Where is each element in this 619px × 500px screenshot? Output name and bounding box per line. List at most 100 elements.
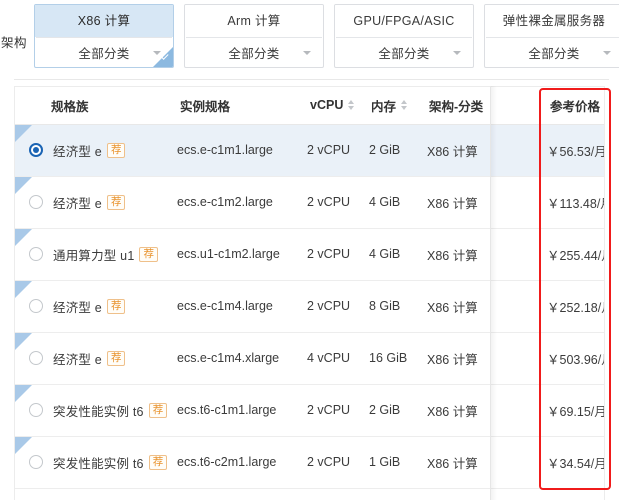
architecture-card-list: X86 计算 全部分类 Arm 计算 全部分类 GPU/FPGA/ASIC 全部… (34, 4, 619, 68)
category-select-value: 全部分类 (528, 46, 580, 61)
cell-vcpu: 2 vCPU (307, 280, 369, 333)
cell-vcpu: 2 vCPU (307, 124, 369, 177)
category-select-bare-metal[interactable]: 全部分类 (485, 38, 619, 67)
category-select-value: 全部分类 (228, 46, 280, 61)
cell-vcpu: 2 vCPU (307, 176, 369, 229)
cell-family: + 经济型 e 荐 (15, 176, 177, 229)
table-row[interactable]: + 经济型 e 荐 ecs.e-c1m4.large 2 vCPU 8 GiB … (15, 280, 604, 333)
expand-corner-icon[interactable]: + (15, 124, 32, 142)
cell-spacer (501, 384, 548, 437)
family-name: 经济型 e (53, 300, 102, 315)
chevron-down-icon (603, 51, 611, 56)
architecture-card-arm[interactable]: Arm 计算 全部分类 (184, 4, 324, 68)
cell-spacer (501, 436, 548, 489)
category-select-gpu[interactable]: 全部分类 (335, 38, 473, 67)
cell-vcpu: 2 vCPU (307, 384, 369, 437)
recommended-badge: 荐 (148, 454, 168, 470)
family-name: 通用算力型 u1 (53, 248, 135, 263)
cell-price: ￥56.53/月 (547, 124, 604, 177)
price-amount: ￥113.48 (547, 196, 597, 211)
sticky-column-divider (490, 86, 491, 500)
cell-family: + 经济型 e 荐 (15, 280, 177, 333)
cell-spacer (501, 176, 548, 229)
expand-corner-icon[interactable]: + (15, 176, 32, 194)
cell-price: ￥113.48/月 (547, 176, 604, 229)
sort-toggle-icon[interactable] (348, 100, 355, 111)
table-row[interactable]: + 突发性能实例 t6 荐 ecs.t6-c1m1.large 2 vCPU 2… (15, 384, 604, 437)
price-unit: /月 (597, 300, 604, 315)
architecture-card-x86[interactable]: X86 计算 全部分类 (34, 4, 174, 68)
expand-corner-icon[interactable]: + (15, 332, 32, 350)
cell-spec: ecs.t6-c1m1.large (177, 384, 307, 437)
price-amount: ￥69.15 (547, 404, 591, 419)
expand-corner-icon[interactable]: + (15, 280, 32, 298)
recommended-badge: 荐 (106, 350, 126, 366)
table-row[interactable]: + 经济型 e 荐 ecs.e-c1m2.large 2 vCPU 4 GiB … (15, 176, 604, 229)
row-radio-button[interactable] (29, 195, 43, 209)
price-unit: /月 (596, 196, 604, 211)
architecture-card-gpu-fpga-asic[interactable]: GPU/FPGA/ASIC 全部分类 (334, 4, 474, 68)
category-select-value: 全部分类 (378, 46, 430, 61)
price-unit: /月 (590, 404, 604, 419)
cell-spacer (501, 280, 548, 333)
row-radio-button[interactable] (29, 247, 43, 261)
column-header-vcpu[interactable]: vCPU (307, 87, 369, 125)
sort-toggle-icon[interactable] (401, 100, 408, 111)
architecture-card-bare-metal[interactable]: 弹性裸金属服务器 全部分类 (484, 4, 619, 68)
cell-spec: ecs.e-c1m1.large (177, 124, 307, 177)
cell-spec: ecs.t6-c2m1.large (177, 436, 307, 489)
column-header-arch: 架构-分类 (427, 87, 548, 125)
row-radio-button[interactable] (29, 403, 43, 417)
cell-family: + 经济型 e 荐 (15, 332, 177, 385)
section-divider (14, 79, 609, 80)
cell-memory: 1 GiB (369, 436, 427, 489)
architecture-filter-label: 架构 (1, 36, 28, 50)
family-name: 突发性能实例 t6 (53, 456, 144, 471)
family-name: 经济型 e (53, 352, 102, 367)
architecture-card-title: X86 计算 (35, 5, 173, 37)
cell-price: ￥34.54/月 (547, 436, 604, 489)
column-header-label: 实例规格 (180, 99, 231, 114)
chevron-down-icon (303, 51, 311, 56)
cell-memory: 8 GiB (369, 280, 427, 333)
cell-family: + 通用算力型 u1 荐 (15, 228, 177, 281)
cell-family: + 突发性能实例 t6 荐 (15, 436, 177, 489)
architecture-card-title: GPU/FPGA/ASIC (335, 5, 473, 37)
row-radio-button[interactable] (29, 299, 43, 313)
instance-spec-table-container[interactable]: 规格族 实例规格 vCPU 内存 架构-分类 参考价格 经济型 e 荐 ecs.… (14, 86, 605, 500)
row-radio-button[interactable] (29, 143, 43, 157)
chevron-down-icon (453, 51, 461, 56)
instance-spec-table: 规格族 实例规格 vCPU 内存 架构-分类 参考价格 经济型 e 荐 ecs.… (15, 87, 604, 489)
column-header-price[interactable]: 参考价格 (547, 87, 604, 125)
row-radio-button[interactable] (29, 455, 43, 469)
table-row[interactable]: + 经济型 e 荐 ecs.e-c1m4.xlarge 4 vCPU 16 Gi… (15, 332, 604, 385)
architecture-card-title: 弹性裸金属服务器 (485, 5, 619, 37)
cell-vcpu: 4 vCPU (307, 332, 369, 385)
price-amount: ￥56.53 (547, 144, 591, 159)
expand-corner-icon[interactable]: + (15, 436, 32, 454)
cell-spacer (501, 124, 548, 177)
cell-price: ￥255.44/月 (547, 228, 604, 281)
expand-corner-icon[interactable]: + (15, 384, 32, 402)
price-unit: /月 (590, 456, 604, 471)
check-corner-icon (153, 47, 173, 67)
column-header-spec: 实例规格 (177, 87, 307, 125)
recommended-badge: 荐 (106, 142, 126, 158)
cell-memory: 2 GiB (369, 124, 427, 177)
table-row[interactable]: + 通用算力型 u1 荐 ecs.u1-c1m2.large 2 vCPU 4 … (15, 228, 604, 281)
cell-memory: 16 GiB (369, 332, 427, 385)
expand-corner-icon[interactable]: + (15, 228, 32, 246)
table-row[interactable]: + 突发性能实例 t6 荐 ecs.t6-c2m1.large 2 vCPU 1… (15, 436, 604, 489)
row-radio-button[interactable] (29, 351, 43, 365)
cell-price: ￥252.18/月 (547, 280, 604, 333)
category-select-arm[interactable]: 全部分类 (185, 38, 323, 67)
table-body: + 经济型 e 荐 ecs.e-c1m1.large 2 vCPU 2 GiB … (15, 124, 604, 489)
cell-price: ￥69.15/月 (547, 384, 604, 437)
price-unit: /月 (590, 144, 604, 159)
column-header-memory[interactable]: 内存 (369, 87, 427, 125)
table-header-row: 规格族 实例规格 vCPU 内存 架构-分类 参考价格 (15, 87, 604, 125)
table-row[interactable]: + 经济型 e 荐 ecs.e-c1m1.large 2 vCPU 2 GiB … (15, 124, 604, 177)
family-name: 经济型 e (53, 144, 102, 159)
price-unit: /月 (597, 352, 604, 367)
column-header-label: 架构-分类 (429, 99, 484, 114)
